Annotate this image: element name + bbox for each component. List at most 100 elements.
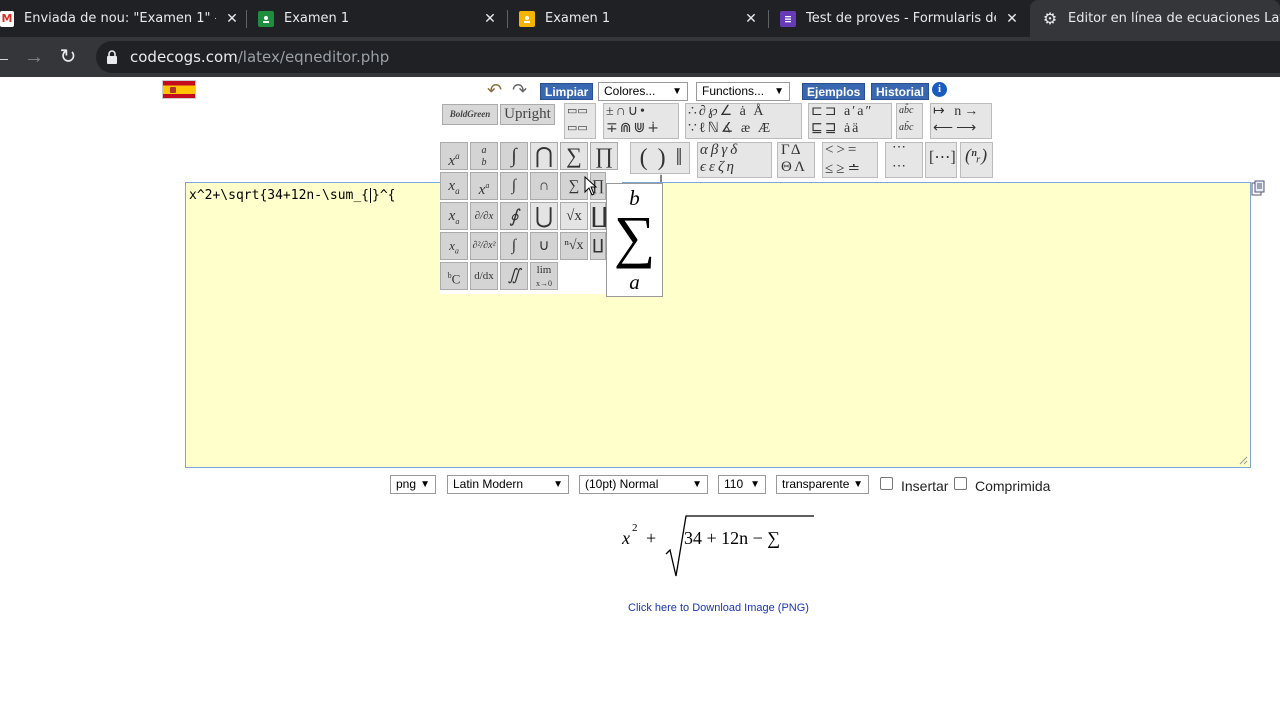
forward-arrow-icon[interactable]: → bbox=[22, 45, 46, 69]
plus-minus-icon[interactable]: ±∩∪• bbox=[606, 103, 647, 120]
binomial-icon[interactable]: (ⁿᵣ) bbox=[965, 145, 987, 166]
examples-button[interactable]: Ejemplos bbox=[802, 83, 866, 100]
box-space-icon[interactable]: ▭▭ bbox=[567, 104, 588, 117]
info-icon[interactable]: i bbox=[932, 82, 947, 97]
operators-group[interactable]: ±∩∪• ∓⋒⋓∔ bbox=[603, 103, 679, 139]
pre-scripts-button[interactable]: bC bbox=[440, 262, 468, 290]
logic-symbols-group[interactable]: ∴∂℘∠ ȧ Å ∵ℓℕ∡ æ Æ bbox=[685, 103, 802, 139]
sub-sup-button[interactable]: xa bbox=[440, 202, 468, 230]
cup-limits-button[interactable]: ∪ bbox=[530, 232, 558, 260]
spanish-flag-icon[interactable] bbox=[162, 80, 196, 99]
relations-group[interactable]: <>= ≤≥≐ bbox=[822, 142, 878, 178]
copy-icon[interactable] bbox=[1251, 180, 1265, 196]
subscript-button[interactable]: xa bbox=[440, 172, 468, 200]
bold-green-button[interactable]: BoldGreen bbox=[442, 104, 498, 125]
box-space-icon[interactable]: ▭▭ bbox=[567, 121, 588, 134]
fraction-button[interactable]: ab bbox=[470, 142, 498, 170]
minus-plus-icon[interactable]: ∓⋒⋓∔ bbox=[606, 120, 661, 137]
integral-sub-button[interactable]: ∫ bbox=[500, 232, 528, 260]
less-than-icon[interactable]: <>= bbox=[825, 142, 859, 159]
background-select[interactable]: transparente ▼ bbox=[776, 475, 869, 494]
compressed-checkbox[interactable] bbox=[954, 477, 967, 490]
ldots-icon[interactable]: ⋯ bbox=[892, 158, 906, 175]
upright-button[interactable]: Upright bbox=[500, 104, 555, 125]
tab-examen-slides[interactable]: Examen 1 ✕ bbox=[519, 0, 759, 37]
brackets-group[interactable]: ( ) ‖ | bbox=[630, 142, 690, 198]
greek-upper-group[interactable]: ΓΔ ΘΛ bbox=[777, 142, 815, 178]
vdots-icon[interactable]: ⋯ bbox=[892, 139, 906, 156]
derivative-button[interactable]: d/dx bbox=[470, 262, 498, 290]
leq-icon[interactable]: ≤≥≐ bbox=[825, 159, 863, 178]
partial-derivative-button[interactable]: ∂/∂x bbox=[470, 202, 498, 230]
theta-upper-icon[interactable]: ΘΛ bbox=[781, 159, 808, 176]
arrows-group[interactable]: ↦ n→ ⟵⟶ bbox=[930, 103, 992, 139]
font-select[interactable]: Latin Modern ▼ bbox=[447, 475, 569, 494]
format-select[interactable]: png ▼ bbox=[390, 475, 436, 494]
latex-editor-textarea[interactable] bbox=[185, 182, 1251, 468]
tab-gmail[interactable]: M Enviada de nou: "Examen 1" - pro ✕ bbox=[0, 0, 240, 37]
resize-grip-icon[interactable] bbox=[1238, 455, 1248, 465]
contour-integral-button[interactable]: ∮ bbox=[500, 202, 528, 230]
download-image-link[interactable]: Click here to Download Image (PNG) bbox=[628, 602, 809, 614]
forms-icon bbox=[780, 10, 796, 27]
gamma-upper-icon[interactable]: ΓΔ bbox=[781, 142, 804, 159]
reload-icon[interactable]: ↻ bbox=[56, 45, 80, 69]
limit-button[interactable]: lim x→0 bbox=[530, 262, 558, 290]
subset-group[interactable]: ⊏⊐ a′a″ ⊑⊒ ȧä bbox=[808, 103, 892, 139]
alpha-icon[interactable]: αβγδ bbox=[700, 142, 740, 159]
big-cup-button[interactable]: ⋃ bbox=[530, 202, 558, 230]
overline-abc-icon[interactable]: ab̂c bbox=[899, 105, 913, 116]
redo-icon[interactable]: ↷ bbox=[512, 81, 536, 99]
clear-button[interactable]: Limpiar bbox=[540, 83, 594, 100]
matrix-icon[interactable]: [⋯] bbox=[929, 147, 956, 167]
second-derivative-button[interactable]: ∂²/∂x² bbox=[470, 232, 498, 260]
nth-root-button[interactable]: ⁿ√x bbox=[560, 232, 588, 260]
tab-equation-editor[interactable]: ⚙ Editor en línea de ecuaciones Lat bbox=[1030, 0, 1280, 37]
close-icon[interactable]: ✕ bbox=[1004, 11, 1020, 27]
supset-icon[interactable]: ⊑⊒ ȧä bbox=[811, 120, 860, 137]
long-arrows-icon[interactable]: ⟵⟶ bbox=[933, 120, 979, 137]
greek-lower-group[interactable]: αβγδ ϵεζη bbox=[697, 142, 772, 178]
big-sum-button[interactable]: ∑ bbox=[560, 142, 588, 170]
close-icon[interactable]: ✕ bbox=[224, 11, 240, 27]
superscript-button[interactable]: xa bbox=[440, 142, 468, 170]
close-icon[interactable]: ✕ bbox=[482, 11, 498, 27]
tab-forms[interactable]: Test de proves - Formularis de Go ✕ bbox=[780, 0, 1020, 37]
tab-examen-classroom[interactable]: Examen 1 ✕ bbox=[258, 0, 498, 37]
sub-sup-fraction-button[interactable]: xa bbox=[470, 172, 498, 200]
binomial-button[interactable]: (ⁿᵣ) bbox=[960, 142, 993, 178]
big-coproduct-button[interactable]: ∐ bbox=[590, 202, 608, 230]
undo-icon[interactable]: ↶ bbox=[487, 81, 511, 99]
size-select[interactable]: (10pt) Normal ▼ bbox=[579, 475, 708, 494]
latex-text-before: x^2+\sqrt{34+12n-\sum_{ bbox=[189, 188, 370, 203]
accent-group[interactable]: ab̂c ab̃c bbox=[896, 103, 923, 139]
colors-select[interactable]: Colores... ▼ bbox=[598, 82, 688, 101]
pre-sub-sup-button[interactable]: xa bbox=[440, 232, 468, 260]
underline-abc-icon[interactable]: ab̃c bbox=[899, 122, 913, 133]
close-icon[interactable]: ✕ bbox=[743, 11, 759, 27]
integral-limits-button[interactable]: ∫ bbox=[500, 172, 528, 200]
mapsto-icon[interactable]: ↦ n→ bbox=[933, 103, 981, 120]
epsilon-icon[interactable]: ϵεζη bbox=[700, 159, 737, 176]
back-arrow-icon[interactable]: ← bbox=[0, 45, 14, 69]
url-text[interactable]: codecogs.com/latex/eqneditor.php bbox=[130, 48, 389, 66]
dpi-select[interactable]: 110 ▼ bbox=[718, 475, 766, 494]
coproduct-limits-button[interactable]: ∐ bbox=[590, 232, 606, 260]
operators-dropdown-panel: xa ab ∫ ⋂ ∑ ∏ xa xa ∫ ∩ ∑ ∏ xa ∂/∂x ∮ ⋃ … bbox=[440, 142, 622, 294]
sqrt-button[interactable]: √x bbox=[560, 202, 588, 230]
spacing-symbols-group[interactable]: ▭▭ ▭▭ bbox=[564, 103, 596, 139]
latex-input[interactable]: x^2+\sqrt{34+12n-\sum_{}^{ bbox=[189, 188, 396, 203]
history-button[interactable]: Historial bbox=[871, 83, 930, 100]
functions-select[interactable]: Functions... ▼ bbox=[696, 82, 790, 101]
big-cap-button[interactable]: ⋂ bbox=[530, 142, 558, 170]
therefore-icon[interactable]: ∴∂℘∠ ȧ Å bbox=[688, 103, 765, 120]
cap-limits-button[interactable]: ∩ bbox=[530, 172, 558, 200]
big-product-button[interactable]: ∏ bbox=[590, 142, 618, 170]
insert-checkbox[interactable] bbox=[880, 477, 893, 490]
double-integral-button[interactable]: ∬ bbox=[500, 262, 528, 290]
dots-group[interactable]: ⋯ ⋯ bbox=[885, 139, 923, 178]
matrix-button[interactable]: [⋯] bbox=[925, 142, 957, 178]
integral-button[interactable]: ∫ bbox=[500, 142, 528, 170]
because-icon[interactable]: ∵ℓℕ∡ æ Æ bbox=[688, 120, 772, 137]
subset-icon[interactable]: ⊏⊐ a′a″ bbox=[811, 103, 873, 120]
